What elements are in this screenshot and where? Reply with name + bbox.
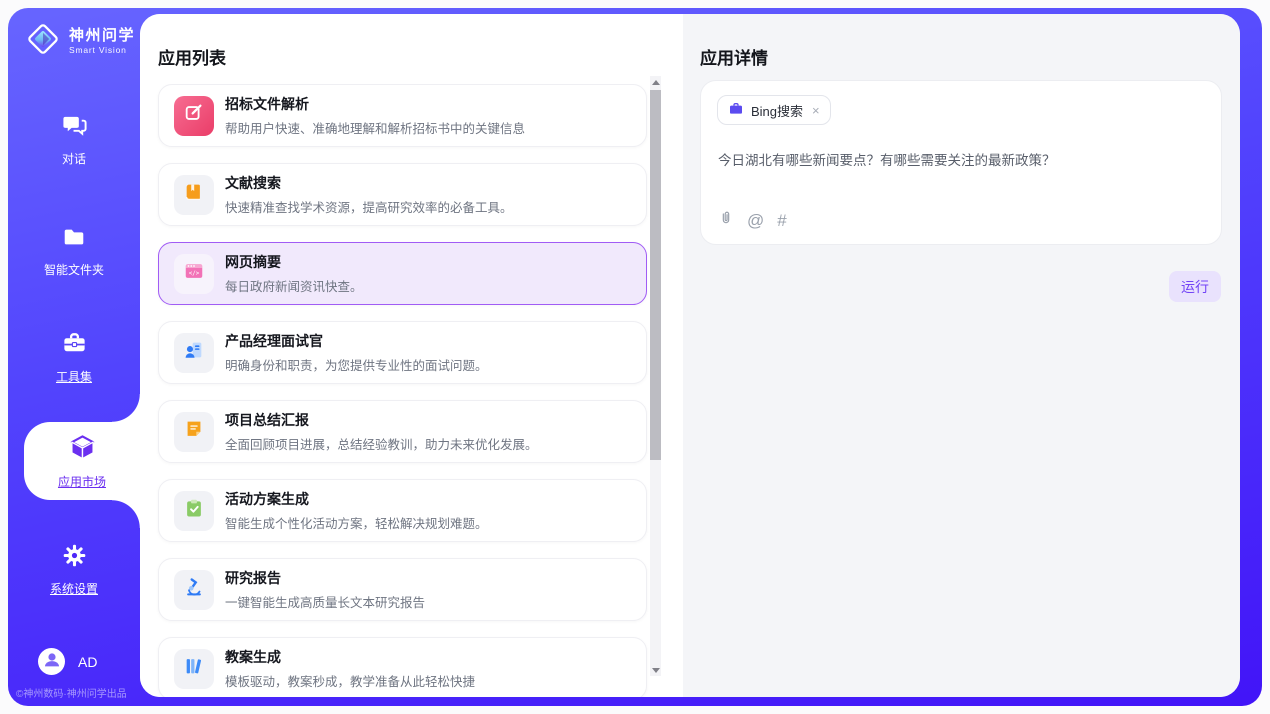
sidebar-item-app-market-active[interactable]: 应用市场 [24,422,140,500]
mention-icon[interactable]: @ [747,212,764,229]
app-icon-tile: </> [174,254,214,294]
app-card-description: 每日政府新闻资讯快查。 [225,276,363,295]
app-card[interactable]: 项目总结汇报 全面回顾项目进展，总结经验教训，助力未来优化发展。 [158,400,647,463]
paperclip-icon[interactable] [718,209,734,232]
app-icon-tile [174,412,214,452]
app-card[interactable]: 教案生成 模板驱动，教案秒成，教学准备从此轻松快捷 [158,637,647,697]
scroll-up-button[interactable] [650,76,661,88]
app-card[interactable]: 产品经理面试官 明确身份和职责，为您提供专业性的面试问题。 [158,321,647,384]
app-icon-tile [174,570,214,610]
query-text[interactable]: 今日湖北有哪些新闻要点？有哪些需要关注的最新政策？ [718,151,1205,171]
app-card-title: 招标文件解析 [225,94,525,114]
brand-tagline: Smart Vision [69,46,135,56]
app-card[interactable]: 文献搜索 快速精准查找学术资源，提高研究效率的必备工具。 [158,163,647,226]
brand-name: 神州问学 [69,27,135,44]
app-list-panel: 应用列表 招标文件解析 帮助用户快速、准确地理解和解析招标书中的关键信息 文献搜… [140,14,683,697]
app-card-title: 教案生成 [225,647,475,667]
app-card-description: 一键智能生成高质量长文本研究报告 [225,592,425,611]
diamond-logo-icon [24,20,62,63]
composer-toolbar: @ # [718,209,787,232]
app-card-description: 明确身份和职责，为您提供专业性的面试问题。 [225,355,488,374]
svg-text:</>: </> [189,271,200,277]
tool-tag-label: Bing搜索 [751,101,803,120]
scrollbar[interactable] [650,76,661,676]
sidebar: 神州问学 Smart Vision 对话 智能文件夹 [8,8,140,706]
app-card-title: 活动方案生成 [225,489,488,509]
gear-icon [61,542,88,574]
cube-icon [68,433,97,467]
app-card[interactable]: 研究报告 一键智能生成高质量长文本研究报告 [158,558,647,621]
sidebar-item-smart-folder[interactable]: 智能文件夹 [8,224,140,278]
app-card-title: 产品经理面试官 [225,331,488,351]
sidebar-item-settings[interactable]: 系统设置 [8,542,140,597]
app-list-title: 应用列表 [158,44,226,69]
toolbox-icon [61,330,88,362]
interviewer-icon [183,339,205,366]
prompt-card[interactable]: Bing搜索 × 今日湖北有哪些新闻要点？有哪些需要关注的最新政策？ @ # [700,80,1222,245]
scroll-down-button[interactable] [650,664,661,676]
app-card-title: 网页摘要 [225,252,363,272]
copyright-text: ©神州数码·神州问学出品 [16,685,140,700]
run-button[interactable]: 运行 [1169,271,1221,302]
app-card-description: 全面回顾项目进展，总结经验教训，助力未来优化发展。 [225,434,538,453]
person-icon [40,648,64,675]
app-card-description: 帮助用户快速、准确地理解和解析招标书中的关键信息 [225,118,525,137]
user-name: AD [78,654,97,670]
app-card-title: 项目总结汇报 [225,410,538,430]
briefcase-icon [728,101,744,120]
books-icon [183,655,205,682]
app-card-description: 快速精准查找学术资源，提高研究效率的必备工具。 [225,197,513,216]
hash-icon[interactable]: # [777,212,786,229]
sidebar-item-chat[interactable]: 对话 [8,112,140,167]
app-card-title: 文献搜索 [225,173,513,193]
app-icon-tile [174,333,214,373]
avatar [38,648,65,675]
sidebar-item-toolset[interactable]: 工具集 [8,330,140,385]
app-card-description: 智能生成个性化活动方案，轻松解决规划难题。 [225,513,488,532]
book-icon [183,181,205,208]
scrollbar-thumb[interactable] [650,90,661,460]
browser-code-icon: </> [183,260,205,287]
triangle-down-icon [652,668,660,673]
app-icon-tile [174,96,214,136]
main-content: 应用列表 招标文件解析 帮助用户快速、准确地理解和解析招标书中的关键信息 文献搜… [140,14,1240,697]
sidebar-item-label: 应用市场 [58,473,106,490]
app-card-title: 研究报告 [225,568,425,588]
user-account[interactable]: AD [38,648,97,675]
app-card[interactable]: </> 网页摘要 每日政府新闻资讯快查。 [158,242,647,305]
close-icon[interactable]: × [812,103,820,118]
chat-icon [61,112,88,144]
folder-icon [61,224,87,255]
edit-square-icon [183,102,205,129]
app-detail-panel: 应用详情 Bing搜索 × 今日湖北有哪些新闻要点？有哪些需要关注的最新政策？ [683,14,1240,697]
microscope-icon [183,576,205,603]
sidebar-item-label: 对话 [62,150,86,167]
triangle-up-icon [652,80,660,85]
app-detail-title: 应用详情 [700,44,768,69]
tool-tag-bing-search[interactable]: Bing搜索 × [717,95,831,125]
app-card[interactable]: 招标文件解析 帮助用户快速、准确地理解和解析招标书中的关键信息 [158,84,647,147]
brand-logo: 神州问学 Smart Vision [24,20,135,63]
app-icon-tile [174,175,214,215]
sidebar-item-label: 系统设置 [50,580,98,597]
app-window: 神州问学 Smart Vision 对话 智能文件夹 [8,8,1262,706]
sticky-note-icon [183,418,205,445]
app-icon-tile [174,491,214,531]
app-list: 招标文件解析 帮助用户快速、准确地理解和解析招标书中的关键信息 文献搜索 快速精… [140,84,683,697]
app-card[interactable]: 活动方案生成 智能生成个性化活动方案，轻松解决规划难题。 [158,479,647,542]
app-card-description: 模板驱动，教案秒成，教学准备从此轻松快捷 [225,671,475,690]
app-icon-tile [174,649,214,689]
clipboard-check-icon [183,497,205,524]
sidebar-item-label: 智能文件夹 [44,261,104,278]
sidebar-item-label: 工具集 [56,368,92,385]
